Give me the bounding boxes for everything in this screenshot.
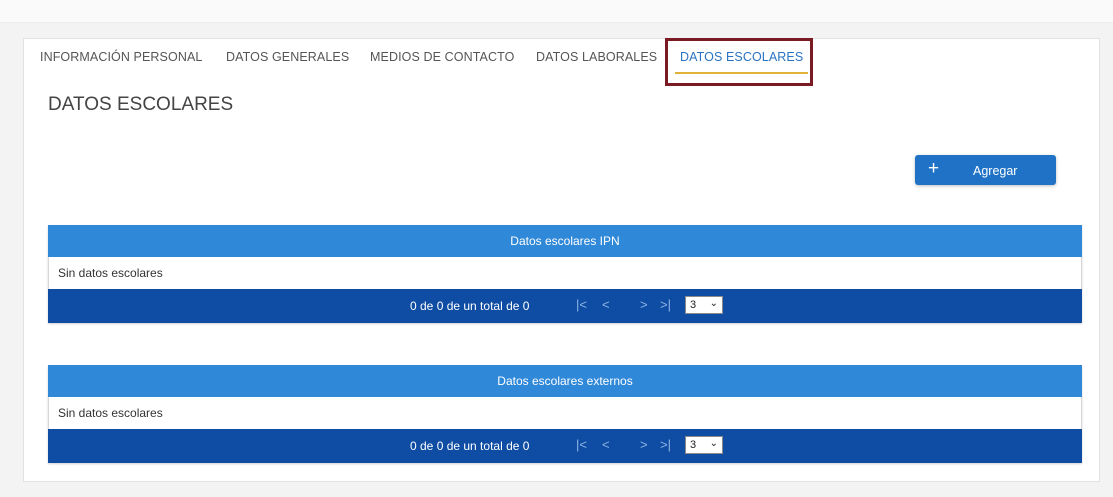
pagination-bar: 0 de 0 de un total de 0 |< < > >| 3 ⌄ — [48, 429, 1082, 463]
chevron-down-icon: ⌄ — [709, 438, 718, 449]
first-page-icon[interactable]: |< — [576, 437, 587, 452]
table-header: Datos escolares externos — [48, 365, 1082, 397]
table-datos-escolares-externos: Datos escolares externos Sin datos escol… — [48, 365, 1082, 463]
tab-informacion-personal[interactable]: INFORMACIÓN PERSONAL — [40, 50, 202, 64]
page-size-value: 3 — [690, 299, 697, 311]
add-button-label: Agregar — [973, 164, 1018, 178]
pagination-summary: 0 de 0 de un total de 0 — [410, 439, 530, 453]
empty-message: Sin datos escolares — [48, 397, 1082, 429]
empty-message: Sin datos escolares — [48, 257, 1082, 289]
page-size-value: 3 — [690, 439, 697, 451]
pagination-bar: 0 de 0 de un total de 0 |< < > >| 3 ⌄ — [48, 289, 1082, 323]
main-card: INFORMACIÓN PERSONAL DATOS GENERALES MED… — [23, 38, 1100, 482]
last-page-icon[interactable]: >| — [660, 297, 671, 312]
tab-datos-escolares[interactable]: DATOS ESCOLARES — [680, 50, 803, 64]
table-datos-escolares-ipn: Datos escolares IPN Sin datos escolares … — [48, 225, 1082, 323]
page-size-select[interactable]: 3 ⌄ — [685, 296, 723, 314]
pagination-summary: 0 de 0 de un total de 0 — [410, 299, 530, 313]
plus-icon: + — [928, 158, 940, 179]
prev-page-icon[interactable]: < — [602, 297, 610, 312]
chevron-down-icon: ⌄ — [709, 298, 718, 309]
tab-medios-de-contacto[interactable]: MEDIOS DE CONTACTO — [370, 50, 514, 64]
tab-datos-generales[interactable]: DATOS GENERALES — [226, 50, 349, 64]
add-button[interactable]: + Agregar — [915, 155, 1056, 185]
page-title: DATOS ESCOLARES — [48, 94, 234, 115]
next-page-icon[interactable]: > — [640, 437, 648, 452]
next-page-icon[interactable]: > — [640, 297, 648, 312]
active-tab-underline — [675, 72, 808, 74]
prev-page-icon[interactable]: < — [602, 437, 610, 452]
first-page-icon[interactable]: |< — [576, 297, 587, 312]
page-size-select[interactable]: 3 ⌄ — [685, 436, 723, 454]
last-page-icon[interactable]: >| — [660, 437, 671, 452]
table-header: Datos escolares IPN — [48, 225, 1082, 257]
tab-datos-laborales[interactable]: DATOS LABORALES — [536, 50, 657, 64]
tab-bar: INFORMACIÓN PERSONAL DATOS GENERALES MED… — [24, 38, 1099, 86]
top-bar — [0, 0, 1113, 23]
